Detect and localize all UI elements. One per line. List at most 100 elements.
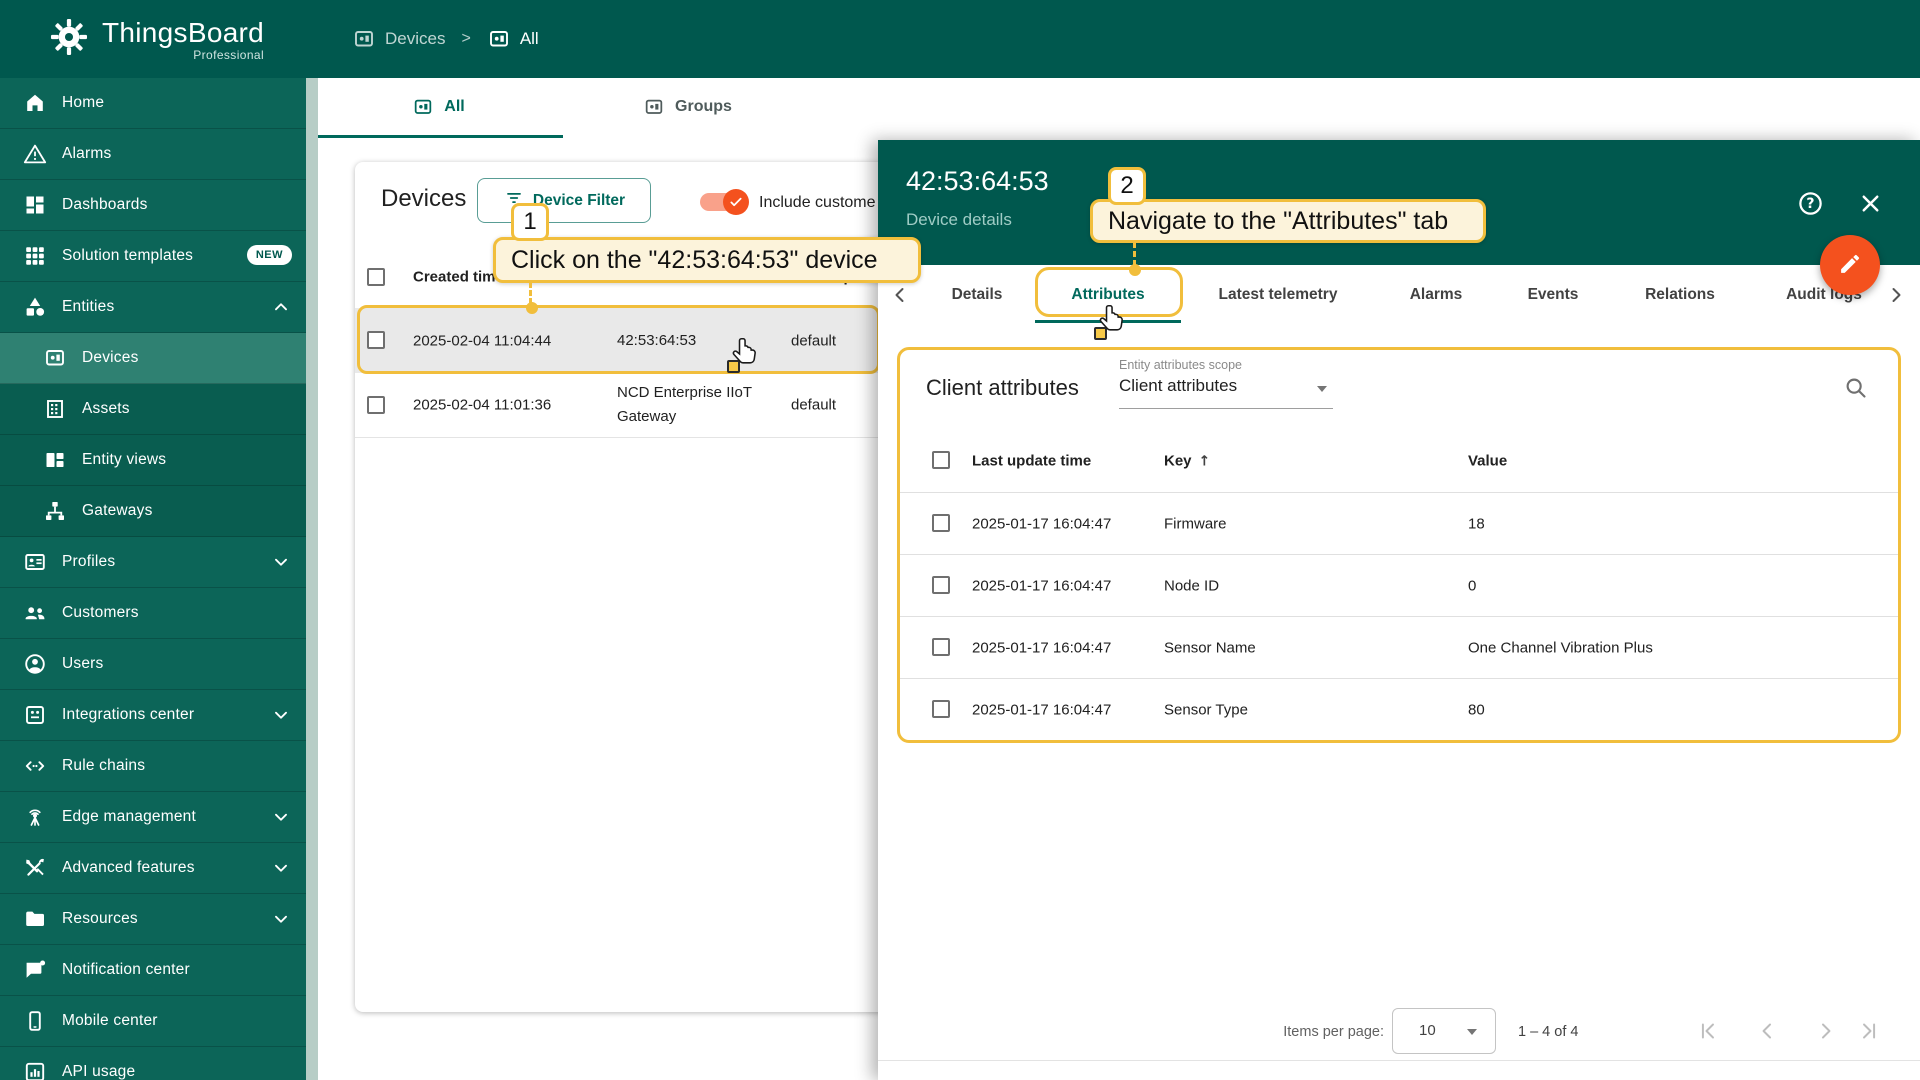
assets-icon — [43, 397, 67, 421]
last-page-icon[interactable] — [1856, 1018, 1882, 1044]
close-icon[interactable] — [1857, 190, 1884, 217]
solution-templates-icon — [23, 244, 47, 268]
top-header: ThingsBoard Professional Devices>All 2 J… — [0, 0, 1920, 78]
thingsboard-app: ThingsBoard Professional Devices>All 2 J… — [0, 0, 1920, 1080]
entity-views-icon — [43, 448, 67, 472]
dashboards-icon — [23, 193, 47, 217]
att</span>ributes-card: Client attributes Entity attributes scop… — [897, 347, 1901, 743]
select-all-checkbox[interactable] — [367, 268, 385, 286]
sidebar-item-label: Profiles — [62, 553, 116, 570]
annotation-connector — [1133, 242, 1136, 266]
sidebar-item-customers[interactable]: Customers — [0, 588, 306, 639]
sidebar-item-home[interactable]: Home — [0, 78, 306, 129]
cell-device-profile: default — [791, 396, 837, 414]
column-value[interactable]: Value — [1468, 453, 1507, 470]
panel-tab-latest-telemetry[interactable]: Latest telemetry — [1219, 286, 1338, 304]
row-checkbox[interactable] — [367, 396, 385, 414]
sidebar-item-label: API usage — [62, 1063, 136, 1080]
advanced-features-icon — [23, 856, 47, 880]
select-all-checkbox[interactable] — [932, 451, 950, 469]
sidebar-item-label: Alarms — [62, 145, 112, 162]
logo-subtitle: Professional — [193, 47, 265, 62]
items-per-page-label: Items per page: — [1283, 1024, 1384, 1040]
first-page-icon[interactable] — [1695, 1018, 1721, 1044]
sidebar-item-alarms[interactable]: Alarms — [0, 129, 306, 180]
rule-chains-icon — [23, 754, 47, 778]
sidebar-item-entities[interactable]: Entities — [0, 282, 306, 333]
chevron-down-icon — [1317, 386, 1327, 392]
mobile-center-icon — [23, 1009, 47, 1033]
sidebar-scrollbar[interactable] — [306, 78, 318, 1080]
scope-select[interactable]: Client attributes — [1119, 376, 1333, 406]
api-usage-icon — [23, 1060, 47, 1080]
customers-icon — [23, 601, 47, 625]
sidebar-item-label: Notification center — [62, 961, 190, 978]
sidebar-item-integrations-center[interactable]: Integrations center — [0, 690, 306, 741]
panel-tab-events[interactable]: Events — [1528, 286, 1579, 304]
tab-label: Groups — [675, 97, 732, 115]
annotation-connector — [529, 282, 532, 304]
row-checkbox[interactable] — [932, 700, 950, 718]
column-key[interactable]: Key ↑ — [1164, 453, 1210, 470]
breadcrumb-item-devices[interactable]: Devices — [352, 27, 445, 51]
sidebar-item-users[interactable]: Users — [0, 639, 306, 690]
cell-key: Sensor Type — [1164, 701, 1248, 719]
attribute-row-node-id[interactable]: 2025-01-17 16:04:47 Node ID 0 — [900, 555, 1898, 617]
page-title: Devices — [381, 185, 467, 212]
edit-device-fab[interactable] — [1820, 235, 1880, 295]
tab-all[interactable]: All — [314, 78, 563, 135]
sidebar-item-solution-templates[interactable]: Solution templates NEW — [0, 231, 306, 282]
attribute-row-firmware[interactable]: 2025-01-17 16:04:47 Firmware 18 — [900, 493, 1898, 555]
sidebar-item-edge-management[interactable]: Edge management — [0, 792, 306, 843]
tabs-scroll-left-icon[interactable] — [888, 283, 912, 307]
device-filter-button[interactable]: Device Filter — [477, 178, 651, 223]
row-checkbox[interactable] — [932, 576, 950, 594]
previous-page-icon[interactable] — [1754, 1018, 1780, 1044]
integrations-icon — [23, 703, 47, 727]
sidebar-item-rule-chains[interactable]: Rule chains — [0, 741, 306, 792]
next-page-icon[interactable] — [1813, 1018, 1839, 1044]
sidebar-item-mobile-center[interactable]: Mobile center — [0, 996, 306, 1047]
panel-tab-details[interactable]: Details — [952, 286, 1003, 304]
scope-underline — [1119, 408, 1333, 409]
tab-groups[interactable]: Groups — [563, 78, 812, 135]
thingsboard-logo[interactable]: ThingsBoard Professional — [46, 14, 264, 65]
sidebar-item-notification-center[interactable]: Notification center — [0, 945, 306, 996]
sidebar-item-label: Edge management — [62, 808, 196, 825]
annotation-callout: Click on the "42:53:64:53" device — [493, 237, 921, 283]
sidebar-item-gateways[interactable]: Gateways — [0, 486, 306, 537]
chevron-up-icon — [270, 296, 292, 318]
tabs-scroll-right-icon[interactable] — [1884, 283, 1908, 307]
devices-icon — [643, 96, 665, 118]
sidebar-item-devices[interactable]: Devices — [0, 333, 306, 384]
row-checkbox[interactable] — [932, 638, 950, 656]
device-title: 42:53:64:53 — [906, 166, 1049, 196]
panel-bottom-divider — [878, 1060, 1920, 1061]
sidebar-item-assets[interactable]: Assets — [0, 384, 306, 435]
help-icon[interactable]: ? — [1797, 190, 1824, 217]
include-customer-toggle[interactable] — [700, 189, 749, 215]
search-icon[interactable] — [1842, 374, 1869, 401]
include-customer-label: Include custome — [759, 194, 876, 211]
cell-created-time: 2025-02-04 11:01:36 — [413, 396, 552, 414]
active-tab-indicator — [314, 135, 563, 138]
entities-icon — [23, 295, 47, 319]
sidebar-item-advanced-features[interactable]: Advanced features — [0, 843, 306, 894]
panel-tab-alarms[interactable]: Alarms — [1410, 286, 1463, 304]
panel-tab-relations[interactable]: Relations — [1645, 286, 1715, 304]
row-checkbox[interactable] — [932, 514, 950, 532]
sidebar-item-resources[interactable]: Resources — [0, 894, 306, 945]
sort-asc-icon: ↑ — [1198, 453, 1211, 470]
sidebar-item-entity-views[interactable]: Entity views — [0, 435, 306, 486]
items-per-page-select[interactable]: 10 — [1392, 1008, 1496, 1054]
cell-value: 0 — [1468, 577, 1477, 594]
attribute-row-sensor-name[interactable]: 2025-01-17 16:04:47 Sensor Name One Channe… — [900, 617, 1898, 679]
sidebar-item-profiles[interactable]: Profiles — [0, 537, 306, 588]
sidebar-item-api-usage[interactable]: API usage — [0, 1047, 306, 1080]
devices-icon — [412, 96, 434, 118]
attribute-row-sensor-type[interactable]: 2025-01-17 16:04:47 Sensor Type 80 — [900, 679, 1898, 741]
column-last-update-time[interactable]: Last update time — [972, 453, 1091, 470]
sidebar-item-dashboards[interactable]: Dashboards — [0, 180, 306, 231]
breadcrumb-item-all[interactable]: All — [487, 27, 539, 51]
devices-icon — [352, 27, 376, 51]
